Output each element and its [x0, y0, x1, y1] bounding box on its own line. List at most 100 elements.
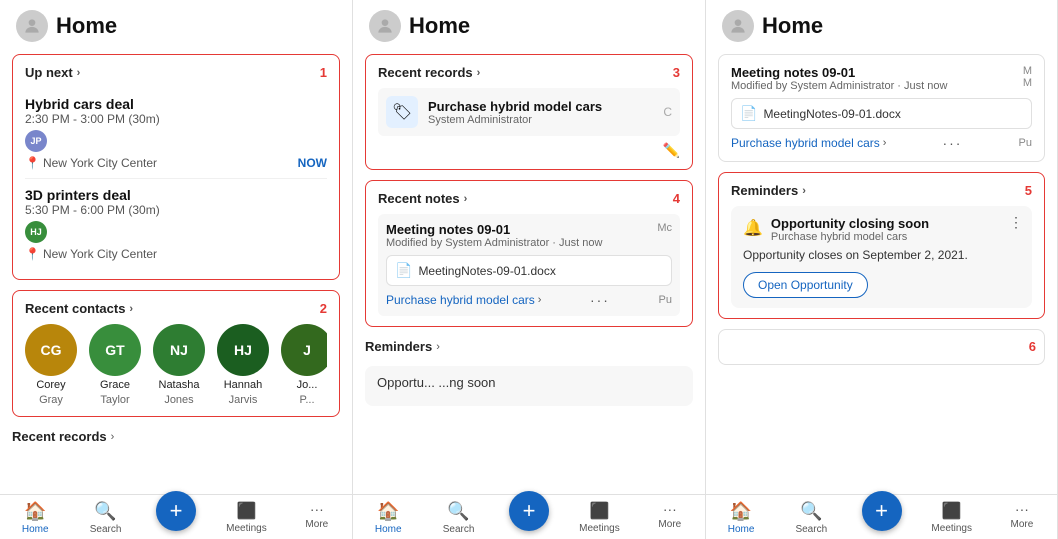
- bell-icon: 🔔: [743, 218, 763, 238]
- note-attachment-1[interactable]: 📄 MeetingNotes-09-01.docx: [386, 255, 672, 286]
- nav-search-2[interactable]: 🔍 Search: [423, 501, 493, 535]
- section-num-3: 3: [673, 65, 680, 80]
- search-icon-3: 🔍: [800, 501, 822, 522]
- nav-search-1[interactable]: 🔍 Search: [70, 501, 140, 535]
- reminder-dots-btn[interactable]: ⋮: [1009, 214, 1024, 231]
- record-title-1: Purchase hybrid model cars: [428, 99, 602, 114]
- recent-notes-title: Recent notes ›: [378, 191, 467, 206]
- contact-cg[interactable]: CG Corey Gray: [25, 324, 77, 406]
- record-item-1[interactable]: 🏷 Purchase hybrid model cars System Admi…: [378, 88, 680, 136]
- recent-notes-header: Recent notes › 4: [378, 191, 680, 206]
- up-next-header: Up next › 1: [25, 65, 327, 80]
- event-title-2: 3D printers deal: [25, 187, 327, 203]
- page-title-2: Home: [409, 13, 470, 39]
- meetings-icon-1: ⬛: [236, 501, 256, 521]
- meeting-note-dots[interactable]: ···: [942, 135, 962, 151]
- nav-add-3[interactable]: +: [846, 501, 916, 535]
- contact-avatar-gt: GT: [89, 324, 141, 376]
- nav-add-1[interactable]: +: [141, 501, 211, 535]
- recent-contacts-chevron[interactable]: ›: [129, 303, 133, 315]
- reminders-label-row-2: Reminders ›: [365, 337, 693, 356]
- event-item-1[interactable]: Hybrid cars deal 2:30 PM - 3:00 PM (30m)…: [25, 88, 327, 179]
- note-top: Meeting notes 09-01 Modified by System A…: [386, 222, 672, 249]
- meeting-note-info: Meeting notes 09-01 Modified by System A…: [731, 65, 947, 92]
- home-icon-3: 🏠: [730, 501, 752, 522]
- recent-records-title-2: Recent records ›: [378, 65, 480, 80]
- add-button-3[interactable]: +: [862, 491, 902, 531]
- recent-records-chevron-2[interactable]: ›: [477, 67, 481, 79]
- event-item-2[interactable]: 3D printers deal 5:30 PM - 6:00 PM (30m)…: [25, 179, 327, 269]
- panel-2: Home Recent records › 3 🏷 Purchase hybri…: [353, 0, 706, 539]
- add-button-1[interactable]: +: [156, 491, 196, 531]
- nav-home-1[interactable]: 🏠 Home: [0, 501, 70, 535]
- note-dots[interactable]: ···: [590, 292, 610, 308]
- home-icon-2: 🏠: [377, 501, 399, 522]
- page-title: Home: [56, 13, 117, 39]
- open-opportunity-button[interactable]: Open Opportunity: [743, 272, 868, 298]
- page-title-3: Home: [762, 13, 823, 39]
- reminder-title-1: Opportunity closing soon: [771, 216, 929, 231]
- contact-gt[interactable]: GT Grace Taylor: [89, 324, 141, 406]
- search-label-3: Search: [795, 524, 827, 535]
- reminder-sub-1: Purchase hybrid model cars: [771, 231, 929, 243]
- reminder-desc-1: Opportunity closes on September 2, 2021.: [743, 247, 1020, 264]
- reminders-partial: Opportu... ...ng soon: [365, 366, 693, 406]
- contact-name-j: Jo...: [297, 379, 318, 391]
- panel-3: Home Meeting notes 09-01 Modified by Sys…: [706, 0, 1058, 539]
- contact-nj[interactable]: NJ Natasha Jones: [153, 324, 205, 406]
- add-button-2[interactable]: +: [509, 491, 549, 531]
- up-next-chevron[interactable]: ›: [77, 67, 81, 79]
- contact-hj[interactable]: HJ Hannah Jarvis: [217, 324, 269, 406]
- contact-avatar-hj: HJ: [217, 324, 269, 376]
- panel-3-header: Home: [706, 0, 1057, 48]
- contact-name-gt: Grace: [100, 379, 130, 391]
- note-item-1[interactable]: Meeting notes 09-01 Modified by System A…: [378, 214, 680, 316]
- nav-add-2[interactable]: +: [494, 501, 564, 535]
- meeting-note-card: Meeting notes 09-01 Modified by System A…: [718, 54, 1045, 162]
- contact-j[interactable]: J Jo... P...: [281, 324, 327, 406]
- nav-home-2[interactable]: 🏠 Home: [353, 501, 423, 535]
- edit-icon[interactable]: ✏️: [378, 142, 680, 159]
- reminder-item-1: 🔔 Opportunity closing soon Purchase hybr…: [731, 206, 1032, 308]
- event-time-2: 5:30 PM - 6:00 PM (30m): [25, 203, 327, 217]
- recent-records-chevron[interactable]: ›: [111, 431, 115, 443]
- meeting-note-attachment[interactable]: 📄 MeetingNotes-09-01.docx: [731, 98, 1032, 129]
- meeting-attachment-name: MeetingNotes-09-01.docx: [763, 107, 900, 121]
- recent-notes-chevron[interactable]: ›: [464, 193, 468, 205]
- bottom-nav-1: 🏠 Home 🔍 Search + ⬛ Meetings ··· More: [0, 494, 352, 539]
- note-link-1[interactable]: Purchase hybrid model cars ›: [386, 293, 541, 307]
- section-6-card: 6: [718, 329, 1045, 365]
- panel-2-content: Recent records › 3 🏷 Purchase hybrid mod…: [353, 48, 705, 494]
- more-icon-1: ···: [310, 501, 324, 517]
- docx-icon: 📄: [395, 262, 412, 279]
- meeting-note-link[interactable]: Purchase hybrid model cars ›: [731, 136, 886, 150]
- search-label-1: Search: [90, 524, 122, 535]
- meeting-note-top: Meeting notes 09-01 Modified by System A…: [731, 65, 1032, 92]
- panel-1-header: Home: [0, 0, 352, 48]
- panel-2-header: Home: [353, 0, 705, 48]
- up-next-card: Up next › 1 Hybrid cars deal 2:30 PM - 3…: [12, 54, 340, 280]
- reminders-title-3: Reminders ›: [731, 183, 806, 198]
- nav-meetings-1[interactable]: ⬛ Meetings: [211, 501, 281, 535]
- nav-more-1[interactable]: ··· More: [282, 501, 352, 535]
- contact-avatar-cg: CG: [25, 324, 77, 376]
- now-badge-1: NOW: [298, 156, 327, 170]
- location-icon-2: 📍: [25, 247, 40, 261]
- contact-last-gt: Taylor: [100, 394, 129, 406]
- contact-name-cg: Corey: [36, 379, 65, 391]
- section-num-4: 4: [673, 191, 680, 206]
- more-label-3: More: [1011, 519, 1034, 530]
- event-title-1: Hybrid cars deal: [25, 96, 327, 112]
- nav-meetings-2[interactable]: ⬛ Meetings: [564, 501, 634, 535]
- nav-home-3[interactable]: 🏠 Home: [706, 501, 776, 535]
- search-icon-1: 🔍: [94, 501, 116, 522]
- reminders-chevron-2[interactable]: ›: [436, 341, 440, 353]
- nav-more-3[interactable]: ··· More: [987, 501, 1057, 535]
- reminders-chevron-3[interactable]: ›: [802, 185, 806, 197]
- meeting-note-title: Meeting notes 09-01: [731, 65, 947, 80]
- nav-search-3[interactable]: 🔍 Search: [776, 501, 846, 535]
- nav-more-2[interactable]: ··· More: [635, 501, 705, 535]
- more-label-1: More: [305, 519, 328, 530]
- nav-meetings-3[interactable]: ⬛ Meetings: [917, 501, 987, 535]
- home-icon-1: 🏠: [24, 501, 46, 522]
